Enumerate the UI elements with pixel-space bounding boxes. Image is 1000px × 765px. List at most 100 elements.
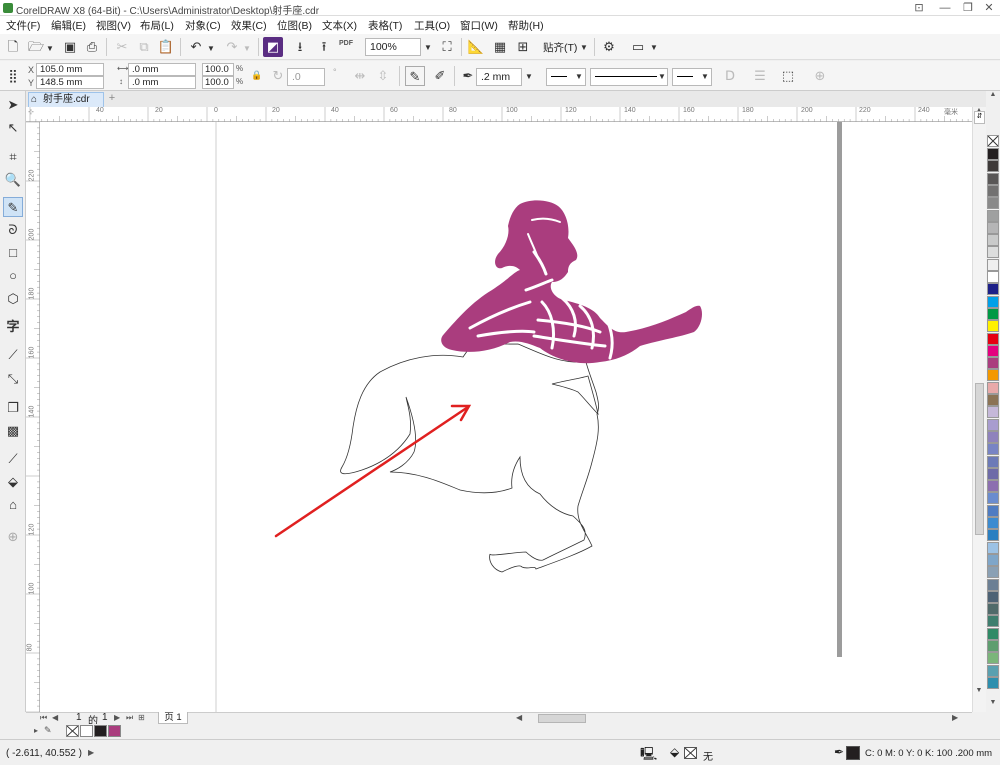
height-field[interactable]: .0 mm <box>128 76 196 89</box>
zoom-fit-icon[interactable]: ⇵ <box>974 111 985 124</box>
scroll-right-icon[interactable]: ▶ <box>952 713 958 722</box>
palette-swatch[interactable] <box>987 332 999 345</box>
close-curve-icon[interactable]: ᗞ <box>720 66 740 86</box>
menu-bitmaps[interactable]: 位图(B) <box>277 18 312 33</box>
palette-swatch[interactable] <box>987 271 999 283</box>
line-style-dropdown-icon[interactable]: ▼ <box>658 72 666 81</box>
pick-tool-icon[interactable]: ➤ <box>3 95 23 115</box>
palette-swatch[interactable] <box>987 492 999 505</box>
outline-pen-status-icon[interactable]: ✒ <box>834 745 844 759</box>
horizontal-ruler[interactable]: ⊹ 40 20 0 20 40 60 80 100 120 140 160 18… <box>26 107 986 122</box>
close-button[interactable]: ✕ <box>976 0 1000 16</box>
menu-object[interactable]: 对象(C) <box>185 18 221 33</box>
open-dropdown-icon[interactable]: ▼ <box>46 44 54 53</box>
menu-help[interactable]: 帮助(H) <box>508 18 544 33</box>
palette-swatch[interactable] <box>987 160 999 173</box>
vertical-ruler[interactable]: 220 200 180 160 140 120 100 80 <box>26 122 40 712</box>
fill-none-swatch[interactable] <box>684 747 697 759</box>
convert-to-curves-icon[interactable]: ⬚ <box>778 66 798 86</box>
menu-layout[interactable]: 布局(L) <box>140 18 174 33</box>
scale-x-field[interactable]: 100.0 <box>202 63 234 76</box>
paste-icon[interactable]: 📋 <box>156 37 176 57</box>
palette-swatch[interactable] <box>987 603 999 616</box>
publish-pdf-icon[interactable]: PDF <box>339 40 353 47</box>
launcher-dropdown-icon[interactable]: ▼ <box>650 43 658 52</box>
crop-tool-icon[interactable]: ⌗ <box>3 147 23 167</box>
application-launcher-icon[interactable]: ▭ <box>628 37 648 57</box>
copy-icon[interactable]: ⧉ <box>134 37 154 57</box>
menu-effects[interactable]: 效果(C) <box>231 18 267 33</box>
lock-ratio-icon[interactable]: 🔒 <box>251 70 262 81</box>
status-expand-icon[interactable]: ▶ <box>88 748 94 757</box>
palette-swatch[interactable] <box>987 320 999 333</box>
palette-swatch[interactable] <box>987 295 999 308</box>
text-tool-icon[interactable]: 字 <box>3 317 23 337</box>
drop-shadow-tool-icon[interactable]: ❐ <box>3 398 23 418</box>
zoom-level-field[interactable]: 100% <box>365 38 421 56</box>
parallel-dimension-tool-icon[interactable]: ⟋ <box>3 345 23 365</box>
doc-no-color-swatch[interactable] <box>66 725 79 737</box>
palette-scroll-up-icon[interactable]: ▲ <box>988 91 998 103</box>
doc-purple-swatch[interactable] <box>108 725 121 737</box>
menu-text[interactable]: 文本(X) <box>322 18 357 33</box>
menu-edit[interactable]: 编辑(E) <box>51 18 86 33</box>
palette-swatch[interactable] <box>987 566 999 579</box>
outline-width-field[interactable]: .2 mm <box>476 68 522 86</box>
save-icon[interactable]: ▣ <box>60 37 80 57</box>
snap-dropdown-icon[interactable]: ▼ <box>580 43 588 52</box>
scale-y-field[interactable]: 100.0 <box>202 76 234 89</box>
mirror-horizontal-icon[interactable]: ⇹ <box>350 66 370 86</box>
palette-swatch[interactable] <box>987 221 999 234</box>
palette-swatch[interactable] <box>987 369 999 382</box>
add-toolbar-icon[interactable]: ⊕ <box>810 66 830 86</box>
artistic-media-tool-icon[interactable]: ᘐ <box>3 220 23 240</box>
redo-dropdown-icon[interactable]: ▼ <box>243 44 251 53</box>
open-folder-icon[interactable]: 🗁 <box>26 37 46 57</box>
rotation-icon[interactable]: ↻ <box>268 66 288 86</box>
scroll-left-icon[interactable]: ◀ <box>516 713 522 722</box>
edit-fill-icon[interactable]: ✎ <box>405 66 425 86</box>
archer-figure[interactable] <box>441 200 702 364</box>
start-arrowhead-dropdown-icon[interactable]: ▼ <box>575 72 583 81</box>
undo-dropdown-icon[interactable]: ▼ <box>207 44 215 53</box>
horse-body-outline[interactable] <box>340 343 599 573</box>
object-origin-icon[interactable]: ⣿ <box>3 66 23 86</box>
palette-swatch[interactable] <box>987 307 999 320</box>
palette-swatch[interactable] <box>987 664 999 677</box>
palette-swatch[interactable] <box>987 541 999 554</box>
redo-icon[interactable]: ↷ <box>222 37 242 57</box>
fill-bucket-icon[interactable]: ⬙ <box>670 745 679 759</box>
palette-swatch[interactable] <box>987 504 999 517</box>
palette-swatch[interactable] <box>987 209 999 222</box>
eyedropper-icon[interactable]: ✎ <box>44 725 52 736</box>
page-tab[interactable]: 页 1 <box>158 712 188 724</box>
ellipse-tool-icon[interactable]: ○ <box>3 266 23 286</box>
document-tab[interactable]: ⌂ 射手座.cdr <box>28 92 104 107</box>
new-document-icon[interactable]: 🗋 <box>3 37 23 57</box>
menu-tools[interactable]: 工具(O) <box>414 18 450 33</box>
palette-swatch[interactable] <box>987 443 999 456</box>
next-page-icon[interactable]: ▶ <box>114 713 120 722</box>
show-rulers-icon[interactable]: 📐 <box>466 37 486 57</box>
ruler-corner-icon[interactable]: ⊹ <box>28 108 34 116</box>
palette-swatch[interactable] <box>987 381 999 394</box>
menu-file[interactable]: 文件(F) <box>6 18 40 33</box>
options-gear-icon[interactable]: ⚙ <box>599 37 619 57</box>
wrap-text-icon[interactable]: ☰ <box>750 66 770 86</box>
palette-swatch[interactable] <box>987 578 999 591</box>
palette-swatch[interactable] <box>987 418 999 431</box>
mirror-vertical-icon[interactable]: ⇳ <box>373 66 393 86</box>
drawing-canvas[interactable] <box>40 122 972 712</box>
line-style-select[interactable] <box>590 68 668 86</box>
palette-scroll-down-icon[interactable]: ▼ <box>988 699 998 711</box>
palette-swatch[interactable] <box>987 480 999 493</box>
palette-swatch[interactable] <box>987 615 999 628</box>
rotation-angle-field[interactable]: .0 <box>287 68 325 86</box>
undo-icon[interactable]: ↶ <box>186 37 206 57</box>
palette-swatch[interactable] <box>987 430 999 443</box>
new-tab-button[interactable]: + <box>106 92 118 105</box>
edit-outline-icon[interactable]: ✐ <box>430 66 450 86</box>
interactive-fill-tool-icon[interactable]: ⬙ <box>3 472 23 492</box>
last-page-icon[interactable]: ⏭ <box>126 713 133 723</box>
color-eyedropper-tool-icon[interactable]: ⟋ <box>3 449 23 469</box>
